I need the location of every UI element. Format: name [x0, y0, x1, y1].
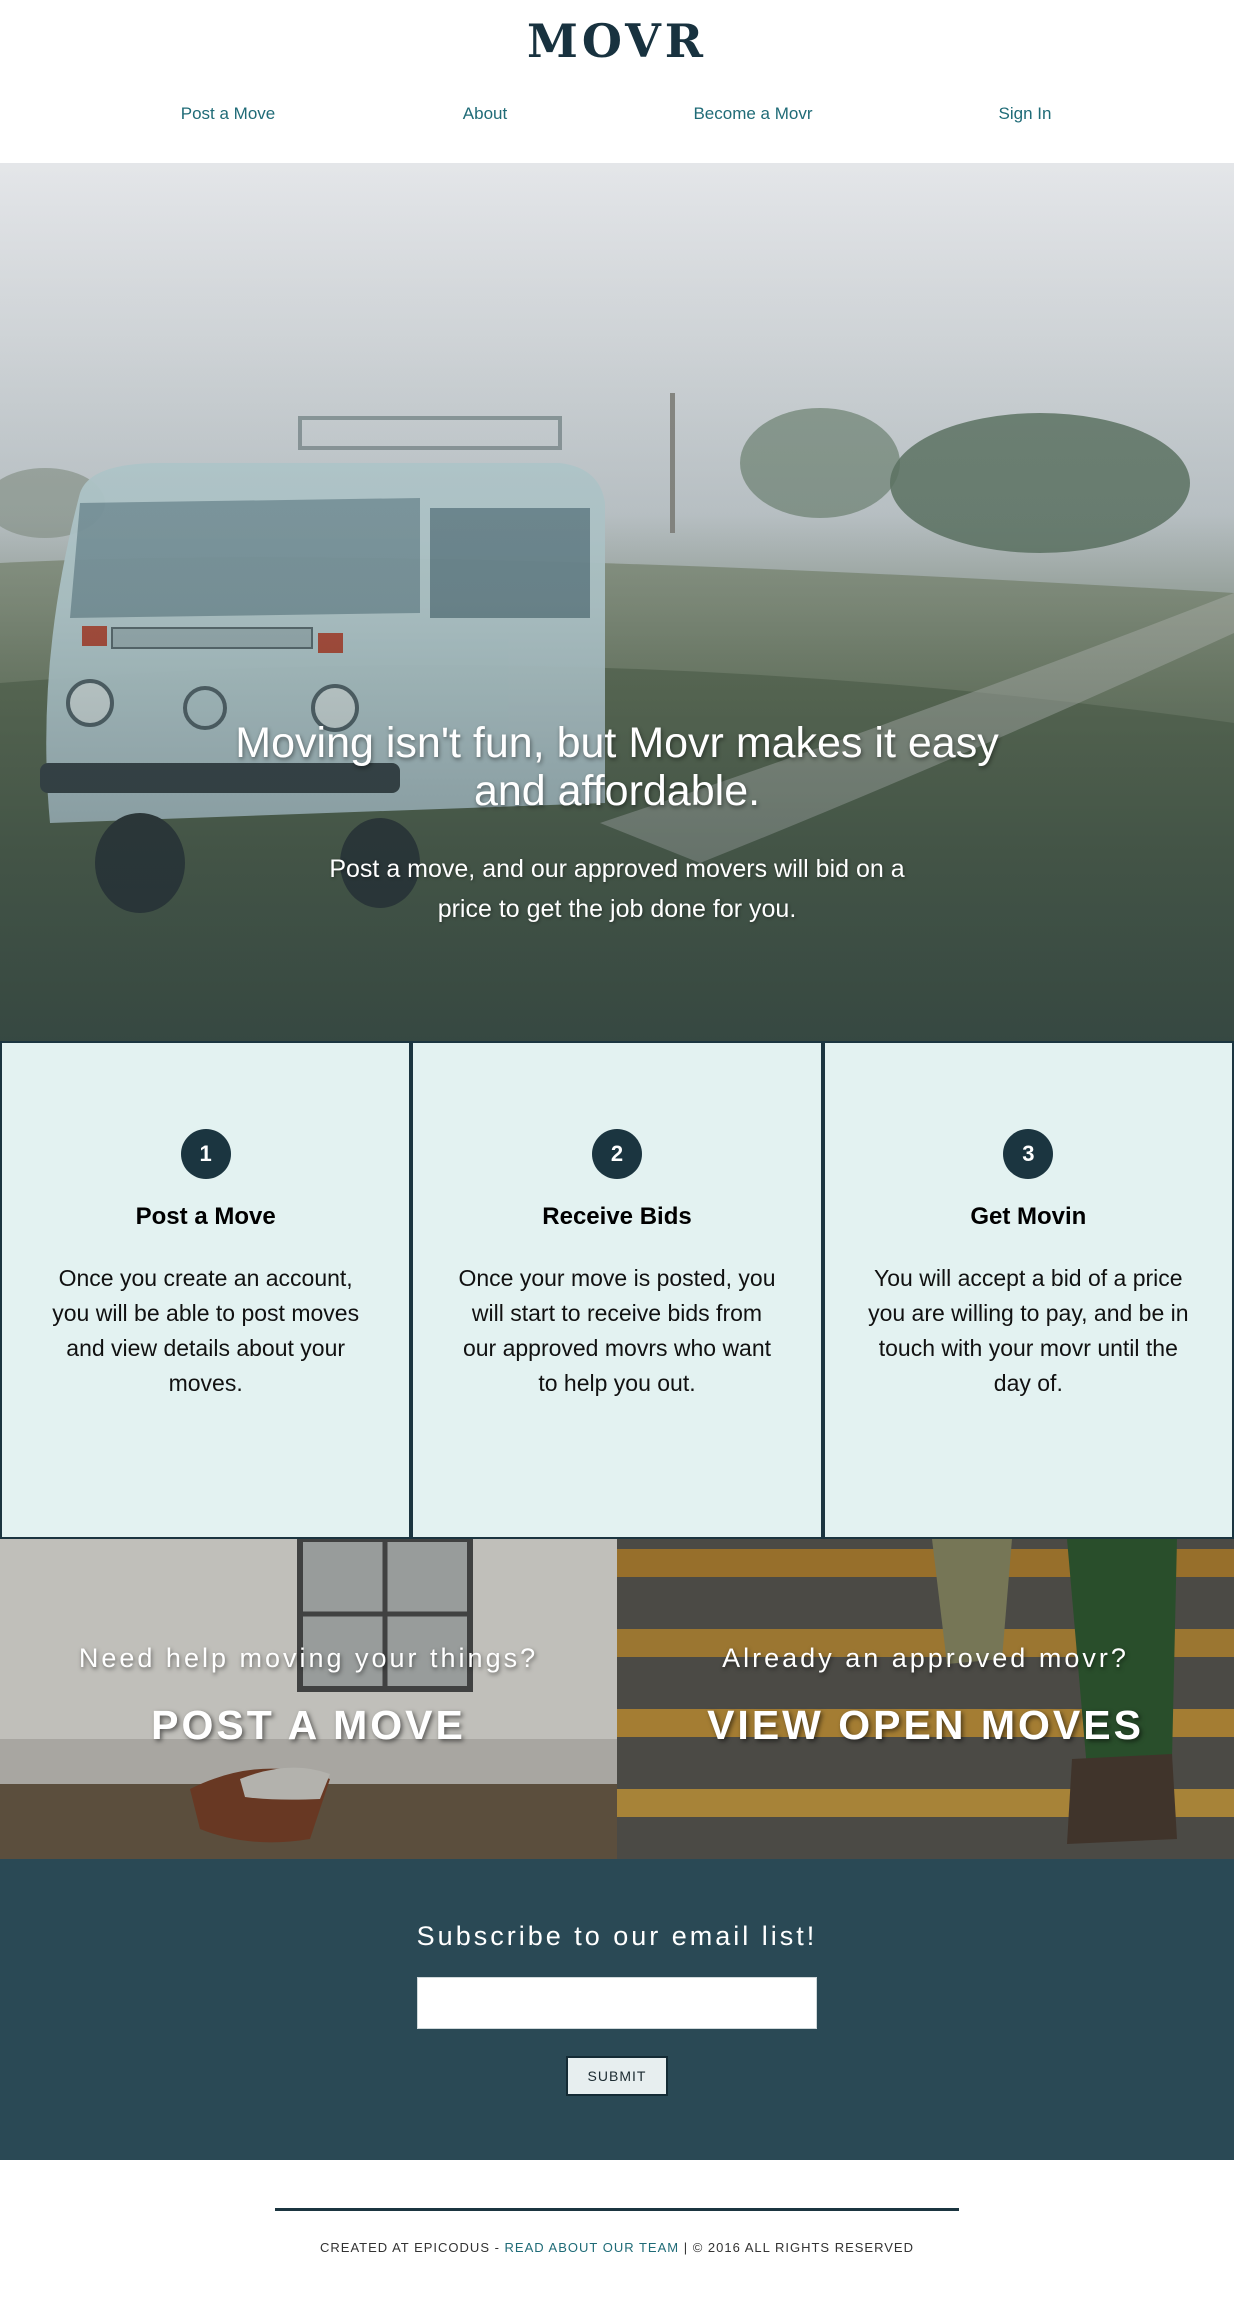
- post-a-move-link[interactable]: POST A MOVE: [0, 1702, 617, 1749]
- about-team-link[interactable]: READ ABOUT OUR TEAM: [505, 2240, 680, 2255]
- cta-post-move[interactable]: Need help moving your things? POST A MOV…: [0, 1539, 617, 1859]
- footer-divider: [275, 2208, 959, 2211]
- how-it-works: 1 Post a Move Once you create an account…: [0, 1041, 1234, 1539]
- step-title: Receive Bids: [542, 1203, 692, 1230]
- nav-sign-in[interactable]: Sign In: [925, 104, 1125, 124]
- nav-about[interactable]: About: [385, 104, 585, 124]
- step-card-2: 2 Receive Bids Once your move is posted,…: [411, 1041, 823, 1539]
- email-input[interactable]: [417, 1977, 817, 2029]
- site-header: MOVR Post a Move About Become a Movr Sig…: [0, 0, 1234, 163]
- step-card-3: 3 Get Movin You will accept a bid of a p…: [822, 1041, 1234, 1539]
- hero-section: Moving isn't fun, but Movr makes it easy…: [0, 163, 1234, 1041]
- step-number-badge: 1: [180, 1129, 231, 1179]
- nav-become-a-movr[interactable]: Become a Movr: [653, 104, 853, 124]
- hero-subtitle: Post a move, and our approved movers wil…: [329, 855, 905, 923]
- cta-question: Already an approved movr?: [722, 1643, 1129, 1673]
- step-number-badge: 2: [591, 1129, 642, 1179]
- step-number-badge: 3: [1003, 1129, 1054, 1179]
- footer-text: CREATED AT EPICODUS - READ ABOUT OUR TEA…: [320, 2240, 914, 2255]
- cta-view-moves[interactable]: Already an approved movr? VIEW OPEN MOVE…: [617, 1539, 1234, 1859]
- submit-button[interactable]: SUBMIT: [566, 2056, 668, 2096]
- step-title: Post a Move: [135, 1203, 276, 1230]
- logo[interactable]: MOVR: [0, 14, 1234, 68]
- subscribe-section: Subscribe to our email list! SUBMIT: [0, 1859, 1234, 2160]
- step-description: Once you create an account, you will be …: [52, 1265, 360, 1396]
- view-open-moves-link[interactable]: VIEW OPEN MOVES: [617, 1702, 1234, 1749]
- step-description: Once your move is posted, you will start…: [458, 1265, 776, 1396]
- hero-title: Moving isn't fun, but Movr makes it easy…: [235, 719, 999, 815]
- site-footer: CREATED AT EPICODUS - READ ABOUT OUR TEA…: [0, 2160, 1234, 2297]
- step-title: Get Movin: [970, 1203, 1087, 1230]
- cta-question: Need help moving your things?: [78, 1643, 539, 1673]
- nav-post-a-move[interactable]: Post a Move: [128, 104, 328, 124]
- step-description: You will accept a bid of a price you are…: [868, 1265, 1189, 1396]
- subscribe-title: Subscribe to our email list!: [416, 1921, 818, 1951]
- step-card-1: 1 Post a Move Once you create an account…: [0, 1041, 412, 1539]
